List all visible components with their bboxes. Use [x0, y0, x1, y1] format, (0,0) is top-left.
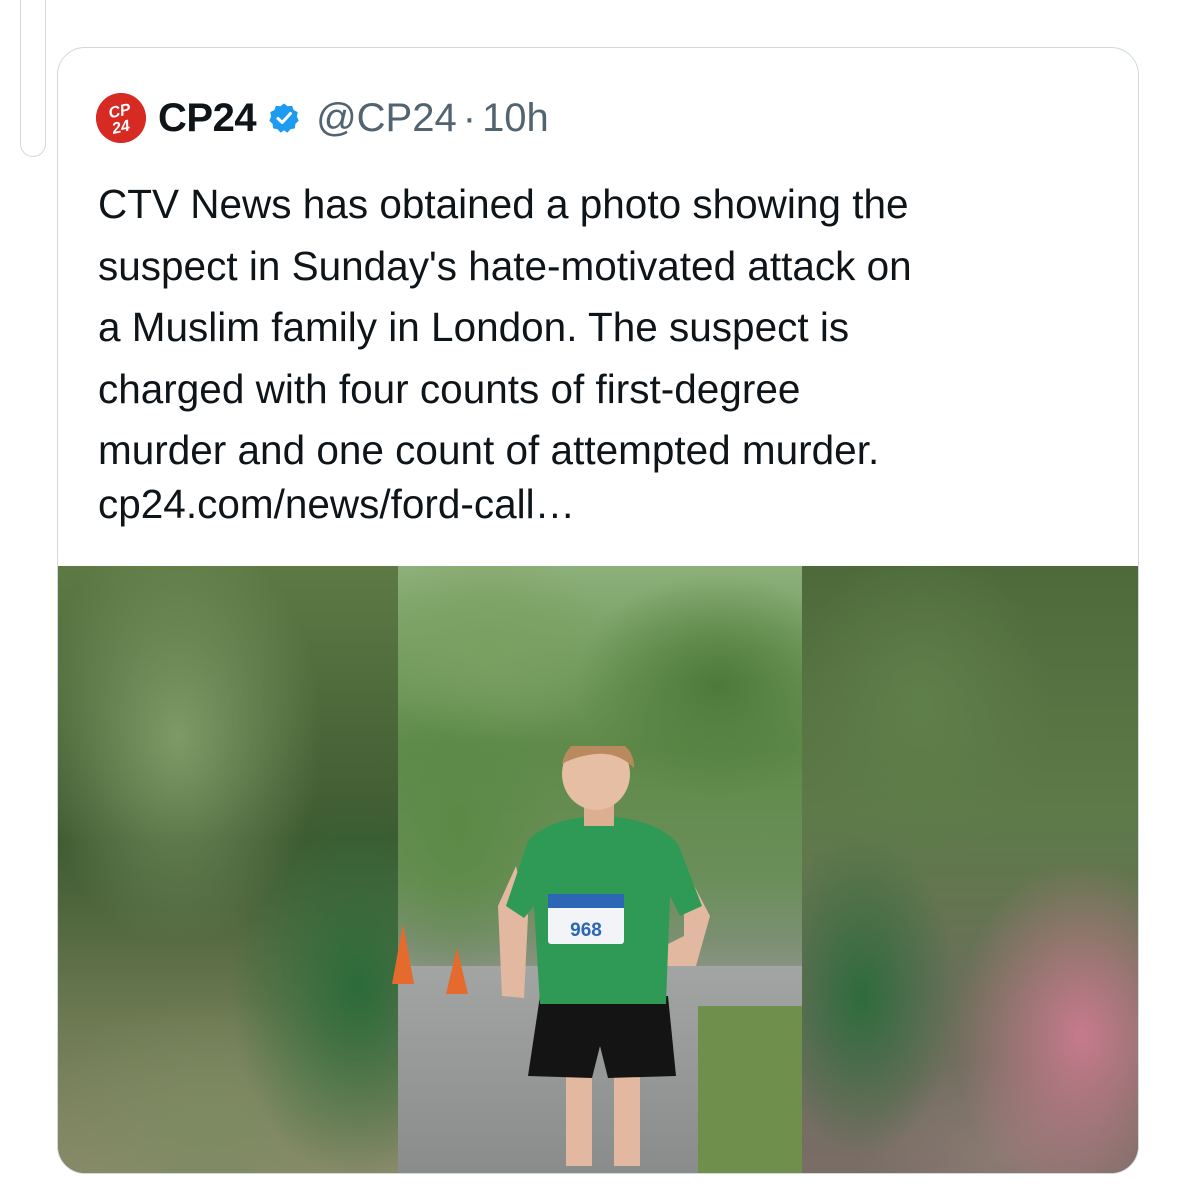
separator-dot: ·: [462, 95, 477, 140]
bib-number: 968: [570, 920, 602, 941]
media-blur-right: [802, 566, 1138, 1173]
traffic-cone: [392, 924, 414, 984]
timestamp[interactable]: 10h: [482, 96, 549, 141]
tweet-header: CP 24 CP24 @CP24 · 10h: [96, 86, 549, 150]
traffic-cone: [446, 948, 468, 994]
tweet-text: CTV News has obtained a photo showing th…: [98, 181, 912, 473]
cp24-logo-icon[interactable]: CP 24: [96, 93, 146, 143]
runner-figure: 968: [498, 746, 710, 1166]
runner-photo: 968: [392, 566, 802, 1173]
tweet-link[interactable]: cp24.com/news/ford-call…: [98, 481, 575, 528]
display-name[interactable]: CP24: [158, 96, 257, 141]
media-blur-left: [58, 566, 398, 1173]
quoted-tweet-card[interactable]: CP 24 CP24 @CP24 · 10h CTV News has obta…: [57, 47, 1139, 1174]
handle[interactable]: @CP24: [316, 96, 457, 141]
verified-badge-icon: [268, 102, 300, 134]
tweet-media[interactable]: 968: [58, 566, 1138, 1173]
thread-connector: [20, 0, 46, 157]
